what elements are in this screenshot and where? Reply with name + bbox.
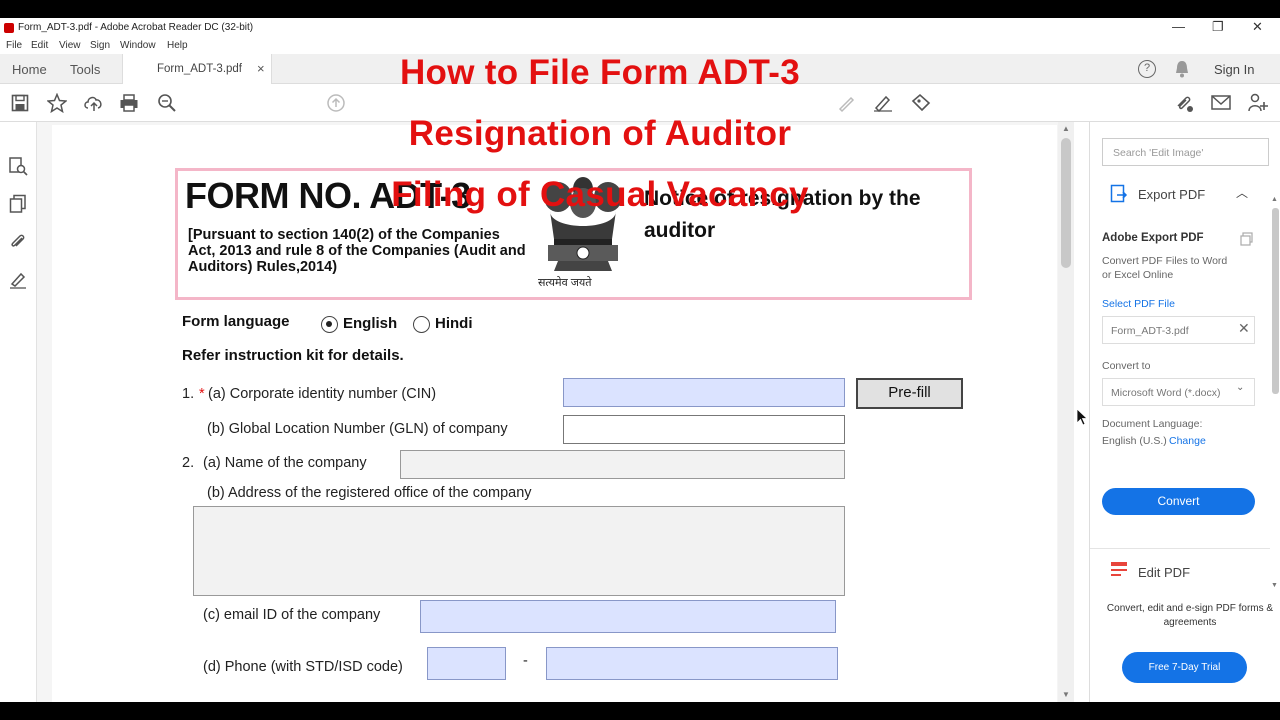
phone-label: (d) Phone (with STD/ISD code) <box>203 659 403 675</box>
promo-text: Convert, edit and e-sign PDF forms & agr… <box>1106 603 1274 628</box>
convert-description: Convert PDF Files to Word or Excel Onlin… <box>1102 255 1228 281</box>
tab-document[interactable]: Form_ADT-3.pdf × <box>122 54 272 84</box>
document-scrollbar[interactable]: ▲ ▼ <box>1058 122 1074 702</box>
menu-edit[interactable]: Edit <box>31 40 48 51</box>
radio-english-label: English <box>343 315 398 332</box>
phone-number-input[interactable] <box>546 647 838 680</box>
cin-input[interactable] <box>563 378 845 407</box>
q1-number: 1. <box>182 386 195 402</box>
attachment-icon[interactable] <box>9 232 27 252</box>
dropdown-chevron-icon[interactable]: ⌄ <box>1236 382 1244 393</box>
upload-cloud-icon[interactable] <box>83 93 105 113</box>
right-tools-panel: Search 'Edit Image' Export PDF ︿ Adobe E… <box>1089 122 1280 702</box>
convert-to-label: Convert to <box>1102 360 1151 372</box>
edit-pdf-title[interactable]: Edit PDF <box>1138 565 1190 580</box>
minimize-button[interactable]: — <box>1172 19 1185 34</box>
share-link-icon[interactable] <box>1173 93 1195 113</box>
panel-divider <box>1090 548 1270 549</box>
free-trial-button[interactable]: Free 7-Day Trial <box>1122 652 1247 683</box>
convert-button[interactable]: Convert <box>1102 488 1255 515</box>
document-language-value: English (U.S.) <box>1102 435 1167 447</box>
tab-tools[interactable]: Tools <box>70 62 100 77</box>
gln-input[interactable] <box>563 415 845 444</box>
address-textarea[interactable] <box>193 506 845 596</box>
menu-window[interactable]: Window <box>120 40 156 51</box>
pursuant-text: [Pursuant to section 140(2) of the Compa… <box>188 227 526 275</box>
save-icon[interactable] <box>11 94 29 112</box>
help-icon[interactable]: ? <box>1138 60 1156 78</box>
gln-label: (b) Global Location Number (GLN) of comp… <box>207 421 508 437</box>
page-thumbnails-icon[interactable] <box>8 156 28 176</box>
close-tab-icon[interactable]: × <box>257 61 265 76</box>
panel-scroll-down-icon[interactable]: ▼ <box>1271 582 1278 589</box>
edit-pdf-icon <box>1111 562 1127 576</box>
document-language-label: Document Language: <box>1102 418 1203 430</box>
company-name-input[interactable] <box>400 450 845 479</box>
add-user-icon[interactable] <box>1247 93 1269 113</box>
print-icon[interactable] <box>119 93 139 113</box>
restore-button[interactable]: ❐ <box>1212 19 1224 35</box>
close-window-button[interactable]: ✕ <box>1252 19 1263 35</box>
email-input[interactable] <box>420 600 836 633</box>
menu-file[interactable]: File <box>6 40 22 51</box>
promo-area: Convert, edit and e-sign PDF forms & agr… <box>1090 588 1280 702</box>
scroll-thumb[interactable] <box>1061 138 1071 268</box>
radio-hindi-label: Hindi <box>435 315 473 332</box>
panel-scroll-up-icon[interactable]: ▲ <box>1271 196 1278 203</box>
title-bar: Form_ADT-3.pdf - Adobe Acrobat Reader DC… <box>0 18 1280 38</box>
selected-file-field[interactable]: Form_ADT-3.pdf <box>1102 316 1255 344</box>
cin-label: (a) Corporate identity number (CIN) <box>208 386 437 402</box>
acrobat-app-icon <box>4 23 14 33</box>
prefill-button[interactable]: Pre-fill <box>856 378 963 409</box>
emblem-caption: सत्यमेव जयते <box>538 277 592 289</box>
tab-home[interactable]: Home <box>12 62 47 77</box>
document-tab-label: Form_ADT-3.pdf <box>157 63 242 75</box>
address-label: (b) Address of the registered office of … <box>207 485 532 501</box>
mouse-cursor-icon <box>1076 408 1088 426</box>
form-language-label: Form language <box>182 313 290 330</box>
change-language-link[interactable]: Change <box>1169 435 1206 447</box>
search-zoom-icon[interactable] <box>157 93 177 113</box>
overlay-line-2: Resignation of Auditor <box>408 114 792 153</box>
menu-help[interactable]: Help <box>167 40 188 51</box>
required-marker: * <box>199 386 205 402</box>
company-name-label: (a) Name of the company <box>203 455 367 471</box>
copy-pages-icon[interactable] <box>9 194 27 214</box>
q2-number: 2. <box>182 455 195 471</box>
remove-file-icon[interactable]: ✕ <box>1238 320 1250 337</box>
bookmark-star-icon[interactable] <box>47 93 67 113</box>
select-pdf-link[interactable]: Select PDF File <box>1102 298 1175 310</box>
radio-english[interactable] <box>321 316 338 333</box>
format-select[interactable]: Microsoft Word (*.docx) <box>1102 378 1255 406</box>
scroll-down-icon[interactable]: ▼ <box>1062 690 1070 699</box>
panel-scrollbar[interactable]: ▲ ▼ <box>1270 196 1280 592</box>
scroll-up-icon[interactable]: ▲ <box>1062 124 1070 133</box>
menu-sign[interactable]: Sign <box>90 40 110 51</box>
phone-separator: - <box>523 653 528 669</box>
panel-scroll-thumb[interactable] <box>1272 208 1279 394</box>
menu-view[interactable]: View <box>59 40 81 51</box>
bell-icon[interactable] <box>1174 60 1190 78</box>
email-label: (c) email ID of the company <box>203 607 381 623</box>
signature-icon[interactable] <box>8 270 28 290</box>
overlay-line-3: Filing of Casual Vacancy <box>391 175 809 214</box>
left-navigation-pane: ◂ <box>0 122 45 702</box>
radio-hindi[interactable] <box>413 316 430 333</box>
tools-search-input[interactable]: Search 'Edit Image' <box>1102 138 1269 166</box>
export-pdf-icon <box>1110 184 1128 203</box>
collapse-chevron-icon[interactable]: ︿ <box>1236 184 1248 201</box>
overlay-line-1: How to File Form ADT-3 <box>399 53 801 92</box>
phone-std-input[interactable] <box>427 647 506 680</box>
acrobat-window: Form_ADT-3.pdf - Adobe Acrobat Reader DC… <box>0 18 1280 702</box>
info-copy-icon[interactable] <box>1240 232 1254 246</box>
instruction-note: Refer instruction kit for details. <box>182 347 404 364</box>
export-pdf-title[interactable]: Export PDF <box>1138 187 1205 202</box>
video-title-overlay: How to File Form ADT-3 Resignation of Au… <box>280 42 920 225</box>
window-title: Form_ADT-3.pdf - Adobe Acrobat Reader DC… <box>18 22 254 33</box>
sign-in-link[interactable]: Sign In <box>1214 62 1254 77</box>
email-icon[interactable] <box>1211 94 1231 111</box>
adobe-export-heading: Adobe Export PDF <box>1102 232 1204 244</box>
